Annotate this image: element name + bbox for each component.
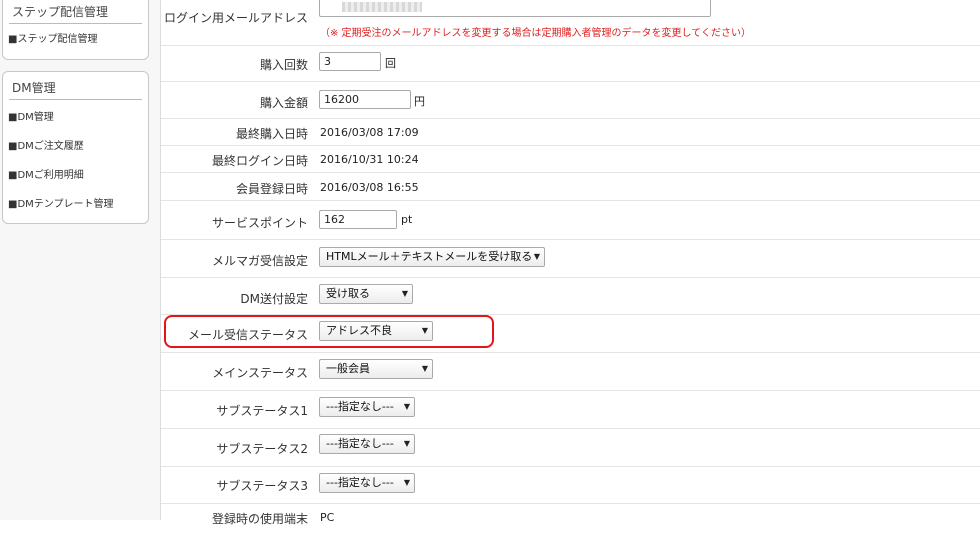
highlight-box [164,315,494,348]
row-sub-status3: サブステータス3 ---指定なし--- ▼ [161,467,980,504]
row-service-point: サービスポイント 162 pt [161,201,980,240]
row-last-purchase: 最終購入日時 2016/03/08 17:09 [161,119,980,146]
sub-status3-select[interactable]: ---指定なし--- ▼ [319,473,415,493]
registered-value: 2016/03/08 16:55 [320,181,419,194]
dm-send-selected: 受け取る [326,287,370,300]
purchase-count-label: 購入回数 [259,58,308,72]
main-status-label: メインステータス [212,366,308,380]
mailmag-selected: HTMLメール＋テキストメールを受け取る [326,250,533,263]
dropdown-arrow-icon: ▼ [403,439,410,448]
sub-status1-selected: ---指定なし--- [326,400,394,413]
dropdown-arrow-icon: ▼ [403,478,410,487]
row-dm-send: DM送付設定 受け取る ▼ [161,278,980,315]
sub-status2-label: サブステータス2 [216,442,308,456]
purchase-count-unit: 回 [385,57,396,70]
dropdown-arrow-icon: ▼ [421,364,428,373]
sub-status1-select[interactable]: ---指定なし--- ▼ [319,397,415,417]
sub-status2-select[interactable]: ---指定なし--- ▼ [319,434,415,454]
last-purchase-label: 最終購入日時 [235,127,308,141]
step-delivery-panel: ステップ配信管理 ■ステップ配信管理 [2,0,149,60]
row-main-status: メインステータス 一般会員 ▼ [161,353,980,391]
last-login-value: 2016/10/31 10:24 [320,153,419,166]
row-purchase-count: 購入回数 3 回 [161,46,980,82]
dropdown-arrow-icon: ▼ [403,402,410,411]
purchase-amount-label: 購入金額 [259,96,308,110]
row-sub-status2: サブステータス2 ---指定なし--- ▼ [161,429,980,467]
sub-status2-selected: ---指定なし--- [326,437,394,450]
device-label: 登録時の使用端末 [211,512,308,526]
sidebar: ステップ配信管理 ■ステップ配信管理 DM管理 ■DM管理 ■DMご注文履歴 ■… [0,0,161,520]
row-purchase-amount: 購入金額 16200 円 [161,82,980,119]
service-point-input[interactable]: 162 [319,210,397,229]
mailmag-label: メルマガ受信設定 [211,254,308,268]
sidebar-link-dm[interactable]: ■DM管理 [3,108,148,123]
dm-send-select[interactable]: 受け取る ▼ [319,284,413,304]
main-status-selected: 一般会員 [326,362,370,375]
row-device: 登録時の使用端末 PC [161,504,980,534]
row-mailmag: メルマガ受信設定 HTMLメール＋テキストメールを受け取る ▼ [161,240,980,278]
device-value: PC [320,511,335,524]
main-status-select[interactable]: 一般会員 ▼ [319,359,433,379]
login-email-label: ログイン用メールアドレス [163,11,308,25]
sub-status1-label: サブステータス1 [216,404,308,418]
dm-panel: DM管理 ■DM管理 ■DMご注文履歴 ■DMご利用明細 ■DMテンプレート管理 [2,71,149,224]
dm-heading: DM管理 [9,77,142,100]
row-registered: 会員登録日時 2016/03/08 16:55 [161,173,980,201]
step-delivery-heading: ステップ配信管理 [9,1,142,24]
purchase-count-input[interactable]: 3 [319,52,381,71]
login-email-note: （※ 定期受注のメールアドレスを変更する場合は定期購入者管理のデータを変更してく… [320,28,751,39]
service-point-unit: pt [401,213,413,226]
last-login-label: 最終ログイン日時 [211,154,308,168]
sidebar-link-dm-templates[interactable]: ■DMテンプレート管理 [3,195,148,210]
last-purchase-value: 2016/03/08 17:09 [320,126,419,139]
row-login-email: ログイン用メールアドレス （※ 定期受注のメールアドレスを変更する場合は定期購入… [161,0,980,46]
dropdown-arrow-icon: ▼ [533,252,540,261]
mailmag-select[interactable]: HTMLメール＋テキストメールを受け取る ▼ [319,247,545,267]
redacted-email [342,2,422,12]
sub-status3-selected: ---指定なし--- [326,476,394,489]
sidebar-link-dm-billing[interactable]: ■DMご利用明細 [3,166,148,181]
dropdown-arrow-icon: ▼ [401,289,408,298]
row-last-login: 最終ログイン日時 2016/10/31 10:24 [161,146,980,173]
dm-send-label: DM送付設定 [240,292,308,306]
sub-status3-label: サブステータス3 [216,479,308,493]
row-sub-status1: サブステータス1 ---指定なし--- ▼ [161,391,980,429]
sidebar-link-step-delivery[interactable]: ■ステップ配信管理 [3,30,148,45]
registered-label: 会員登録日時 [235,182,308,196]
login-email-input[interactable] [319,0,711,17]
member-form: ログイン用メールアドレス （※ 定期受注のメールアドレスを変更する場合は定期購入… [161,0,980,526]
purchase-amount-unit: 円 [414,95,425,108]
purchase-amount-input[interactable]: 16200 [319,90,411,109]
sidebar-link-dm-orders[interactable]: ■DMご注文履歴 [3,137,148,152]
service-point-label: サービスポイント [211,216,308,230]
